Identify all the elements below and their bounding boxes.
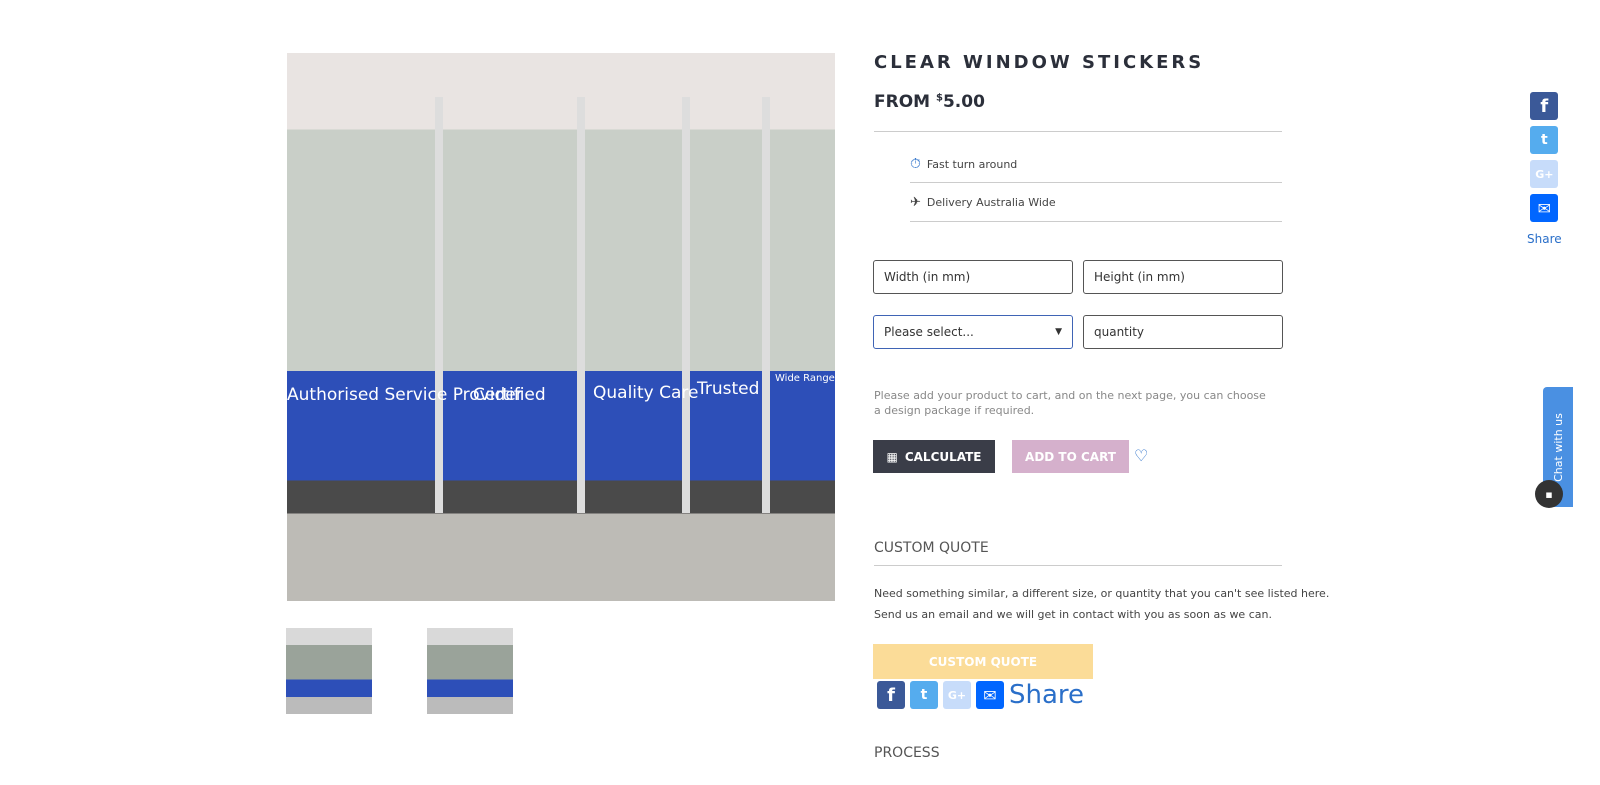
chat-label: Chat with us (1551, 412, 1565, 482)
chat-bubble-icon[interactable]: ▪ (1535, 480, 1563, 508)
thumbnail-2[interactable] (427, 628, 513, 714)
custom-quote-heading: CUSTOM QUOTE (874, 540, 989, 556)
thumbnail-1[interactable] (286, 628, 372, 714)
chevron-down-icon: ▼ (1055, 327, 1062, 337)
custom-quote-button[interactable]: CUSTOM QUOTE (873, 644, 1093, 679)
heart-wishlist-icon[interactable]: ♡ (1134, 446, 1148, 465)
option-select[interactable]: Please select... ▼ (873, 315, 1073, 349)
email-share-icon[interactable]: ✉ (976, 681, 1004, 709)
sign-text: Wide Range (775, 373, 835, 384)
facebook-share-icon[interactable]: f (1530, 92, 1559, 120)
airplane-icon: ✈ (910, 195, 921, 210)
share-link[interactable]: Share (1527, 232, 1562, 246)
width-input[interactable]: Width (in mm) (873, 260, 1073, 294)
cart-note: Please add your product to cart, and on … (874, 389, 1266, 417)
custom-quote-text: Send us an email and we will get in cont… (874, 608, 1272, 621)
google-plus-share-icon[interactable]: G+ (943, 681, 971, 709)
process-heading: PROCESS (874, 745, 940, 761)
product-title: CLEAR WINDOW STICKERS (874, 52, 1205, 73)
quantity-input[interactable]: quantity (1083, 315, 1283, 349)
google-plus-share-icon[interactable]: G+ (1530, 160, 1559, 188)
height-input[interactable]: Height (in mm) (1083, 260, 1283, 294)
sign-text: Certified (473, 385, 546, 405)
twitter-share-icon[interactable]: t (1530, 126, 1559, 154)
feature-fast-turnaround: ⏱ Fast turn around (910, 156, 1018, 172)
email-share-icon[interactable]: ✉ (1530, 194, 1559, 222)
sign-text: Quality Care (593, 383, 699, 403)
stopwatch-icon: ⏱ (910, 156, 921, 172)
twitter-share-icon[interactable]: t (910, 681, 938, 709)
product-main-image[interactable]: Authorised Service Provider Certified Qu… (287, 53, 835, 601)
custom-quote-text: Need something similar, a different size… (874, 587, 1330, 600)
add-to-cart-button[interactable]: ADD TO CART (1012, 440, 1129, 473)
sign-text: Trusted (697, 379, 760, 399)
calculator-icon: ▦ (886, 449, 898, 464)
facebook-share-icon[interactable]: f (877, 681, 905, 709)
feature-delivery: ✈ Delivery Australia Wide (910, 195, 1056, 210)
share-link[interactable]: Share (1009, 680, 1084, 710)
calculate-button[interactable]: ▦ CALCULATE (873, 440, 995, 473)
product-price: FROM $5.00 (874, 92, 985, 112)
